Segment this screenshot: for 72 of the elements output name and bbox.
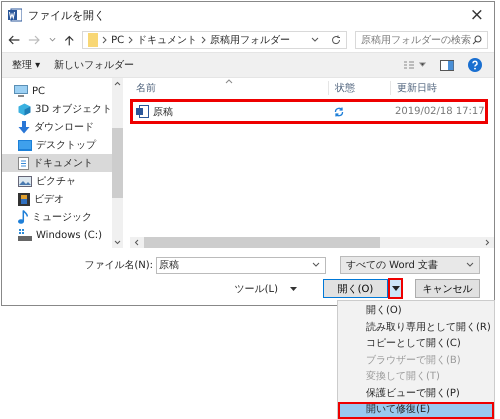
sidebar-item[interactable]: ビデオ — [2, 190, 112, 208]
sync-icon — [334, 106, 344, 116]
film-icon — [18, 192, 30, 206]
horizontal-scrollbar[interactable] — [130, 237, 494, 248]
scroll-down-icon[interactable] — [114, 240, 122, 245]
breadcrumb[interactable]: 原稿用フォルダー — [210, 33, 290, 47]
chevron-down-icon[interactable] — [312, 262, 320, 268]
file-name: 原稿 — [153, 106, 173, 118]
chevron-right-icon — [102, 36, 108, 44]
caret-icon — [392, 286, 400, 291]
view-options-icon[interactable] — [404, 61, 426, 69]
word-app-icon — [8, 8, 22, 22]
close-button[interactable]: × — [470, 5, 484, 25]
file-row[interactable]: 原稿 2019/02/18 17:17 — [130, 99, 488, 124]
open-options-button[interactable] — [388, 278, 403, 299]
modified-date: 2019/02/18 17:17 — [394, 106, 485, 117]
new-folder-button[interactable]: 新しいフォルダー — [54, 58, 134, 72]
chevron-down-icon[interactable] — [310, 37, 319, 43]
dropdown-triangle-icon[interactable] — [290, 286, 297, 290]
chevron-right-icon — [128, 36, 134, 44]
sidebar-item[interactable]: Windows (C:) — [2, 226, 112, 244]
scroll-left-icon[interactable] — [134, 239, 139, 246]
refresh-icon[interactable] — [330, 35, 341, 45]
sidebar-item[interactable]: デスクトップ — [2, 136, 112, 154]
filename-label: ファイル名(N): — [84, 259, 153, 272]
picture-icon — [18, 176, 32, 186]
help-icon[interactable] — [468, 58, 482, 72]
desktop-icon — [18, 140, 32, 150]
menu-item[interactable]: 開いて修復(E) — [338, 402, 494, 418]
document-icon — [18, 156, 29, 170]
sidebar-item[interactable]: ミュージック — [2, 208, 112, 226]
file-type-dropdown[interactable]: すべての Word 文書 — [340, 256, 480, 274]
column-header[interactable]: 更新日時 — [391, 81, 494, 95]
cube-icon — [18, 102, 31, 116]
column-header[interactable]: 名前 — [130, 81, 329, 95]
sidebar-item[interactable]: ドキュメント — [2, 154, 112, 172]
computer-icon — [14, 85, 28, 97]
sort-caret-icon — [225, 79, 233, 84]
menu-item[interactable]: コピーとして開く(C) — [338, 336, 494, 352]
tools-menu[interactable]: ツール(L) — [234, 282, 278, 296]
menu-item[interactable]: 保護ビューで開く(P) — [338, 386, 494, 402]
cancel-button[interactable]: キャンセル — [415, 279, 480, 298]
search-icon — [472, 35, 482, 45]
up-arrow-icon[interactable] — [64, 34, 74, 46]
chevron-down-icon[interactable] — [48, 37, 56, 43]
sidebar-item[interactable]: 3D オブジェクト — [2, 100, 112, 118]
music-note-icon — [18, 210, 28, 224]
word-document-icon — [136, 105, 149, 118]
filename-field[interactable]: 原稿 — [156, 256, 326, 274]
sidebar-item[interactable]: PC — [2, 82, 112, 100]
open-button[interactable]: 開く(O) — [323, 279, 388, 298]
menu-item[interactable]: 開く(O) — [338, 303, 494, 320]
breadcrumb[interactable]: ドキュメント — [137, 33, 198, 47]
download-arrow-icon — [18, 120, 30, 134]
preview-pane-icon[interactable] — [440, 60, 454, 70]
menu-item[interactable]: 読み取り専用として開く(R) — [338, 320, 494, 336]
back-arrow-icon[interactable] — [8, 34, 20, 46]
vertical-scrollbar[interactable] — [112, 78, 124, 248]
scroll-up-icon[interactable] — [114, 81, 122, 86]
chevron-right-icon — [201, 36, 206, 44]
window-title: ファイルを開く — [28, 8, 105, 22]
folder-icon — [88, 33, 98, 47]
scroll-right-icon[interactable] — [485, 239, 490, 246]
breadcrumb[interactable]: PC — [111, 34, 124, 46]
search-field[interactable]: 原稿用フォルダーの検索 — [354, 31, 488, 49]
column-header[interactable]: 状態 — [329, 81, 391, 95]
drive-icon — [18, 229, 32, 241]
address-bar[interactable]: PC ドキュメント 原稿用フォルダー — [82, 31, 347, 49]
sidebar-item[interactable]: ダウンロード — [2, 118, 112, 136]
sidebar-item[interactable]: ピクチャ — [2, 172, 112, 190]
organize-menu[interactable]: 整理 ▾ — [12, 58, 40, 72]
chevron-down-icon — [466, 262, 474, 268]
